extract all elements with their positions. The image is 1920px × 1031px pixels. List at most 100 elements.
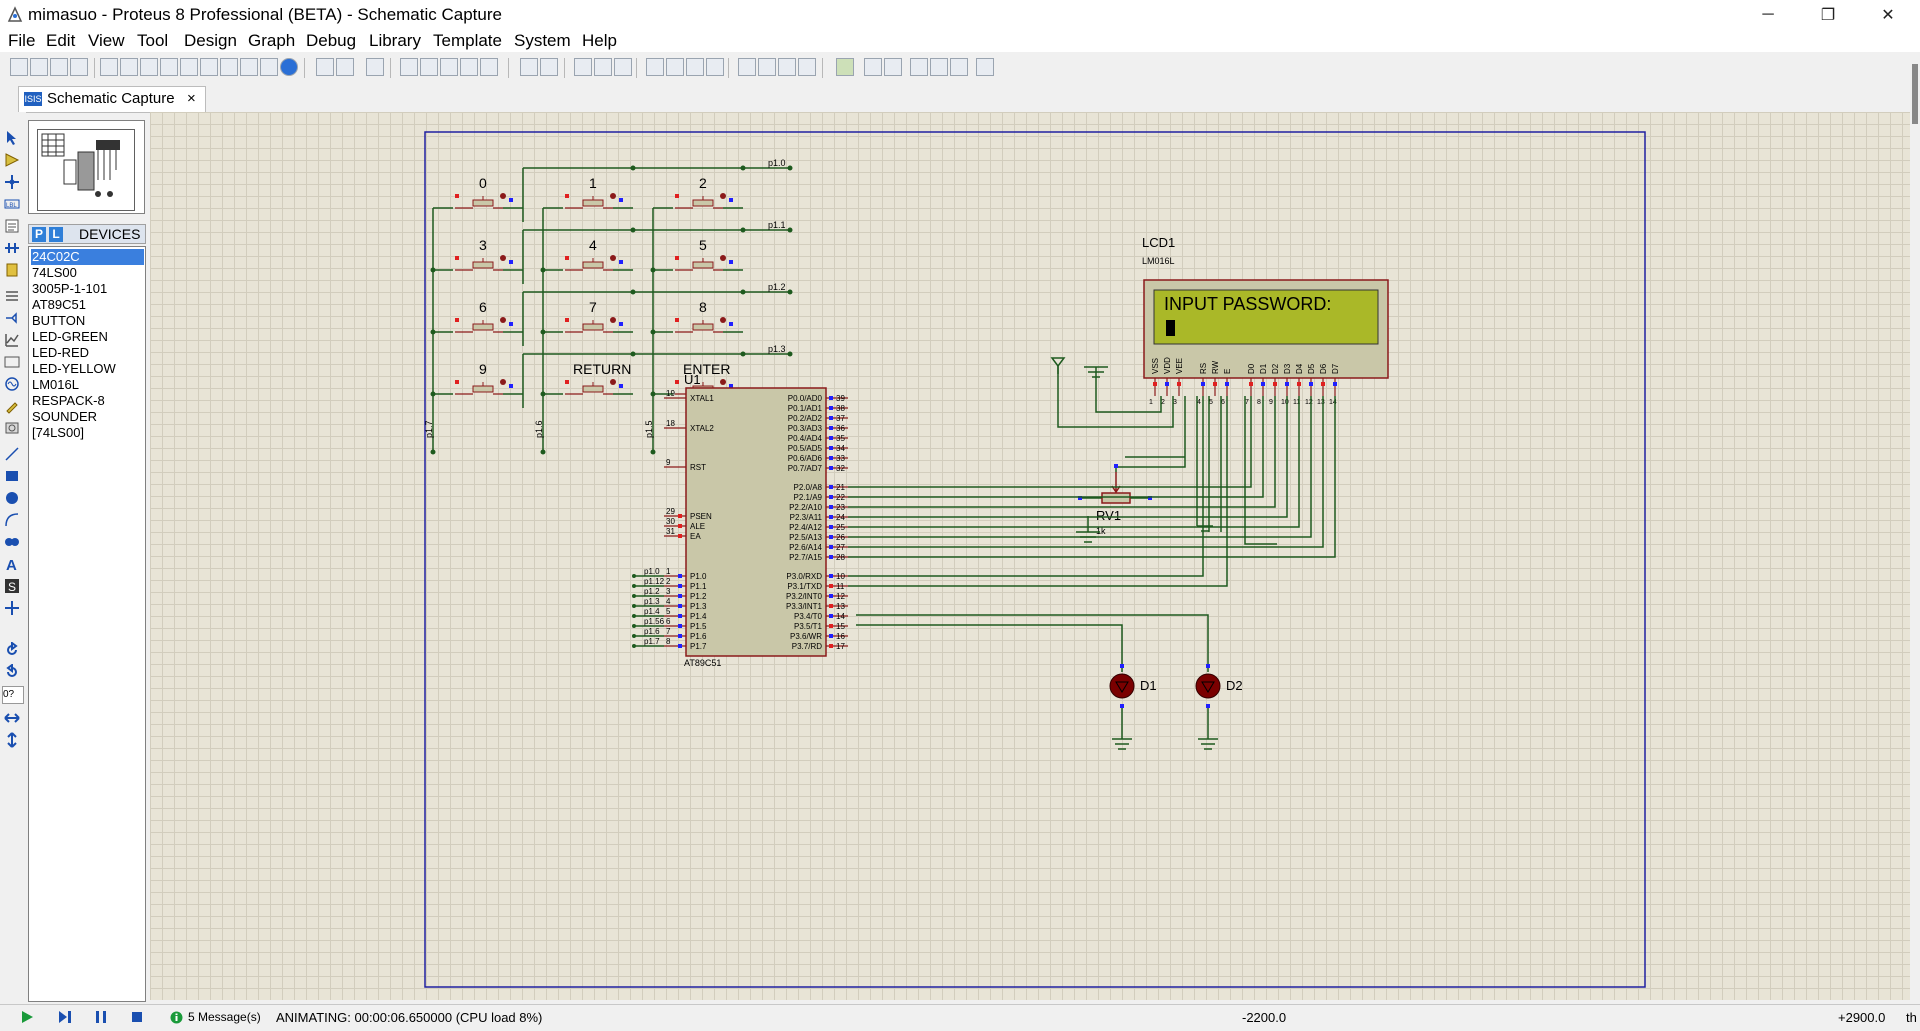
packaging-tool-icon[interactable] xyxy=(778,58,796,76)
grid-toggle-icon[interactable] xyxy=(336,58,354,76)
wire-autorouter-icon[interactable] xyxy=(836,58,854,76)
tab-close-icon[interactable]: × xyxy=(187,90,196,107)
library-manager-button[interactable]: L xyxy=(49,227,63,242)
selection-mode-icon[interactable] xyxy=(4,130,20,146)
text-script-icon[interactable] xyxy=(4,218,20,234)
schematic-icon[interactable] xyxy=(120,58,138,76)
undo-icon[interactable] xyxy=(520,58,538,76)
zoom-area-icon[interactable] xyxy=(480,58,498,76)
component-mode-icon[interactable] xyxy=(4,152,20,168)
tape-recorder-icon[interactable] xyxy=(4,354,20,370)
terminals-mode-icon[interactable] xyxy=(4,288,20,304)
graph-mode-icon[interactable] xyxy=(4,332,20,348)
pcb-icon[interactable] xyxy=(140,58,158,76)
text-tool-icon[interactable]: A xyxy=(4,556,20,572)
device-item[interactable]: SOUNDER xyxy=(31,409,144,425)
menu-design[interactable]: Design xyxy=(184,31,237,51)
lcd-display[interactable]: LCD1 LM016L INPUT PASSWORD: VSS1VDD2VEE3… xyxy=(1142,235,1389,406)
cut-icon[interactable] xyxy=(574,58,592,76)
device-item[interactable]: LED-YELLOW xyxy=(31,361,144,377)
virtual-instruments-icon[interactable] xyxy=(4,420,20,436)
step-icon[interactable] xyxy=(58,1010,72,1024)
source-code-icon[interactable] xyxy=(220,58,238,76)
block-copy-icon[interactable] xyxy=(646,58,664,76)
menu-edit[interactable]: Edit xyxy=(46,31,75,51)
path-tool-icon[interactable] xyxy=(4,534,20,550)
device-item[interactable]: 3005P-1-101 xyxy=(31,281,144,297)
rotate-clockwise-icon[interactable] xyxy=(4,642,20,658)
rotate-anticlockwise-icon[interactable] xyxy=(4,664,20,680)
device-item[interactable]: BUTTON xyxy=(31,313,144,329)
key-button[interactable]: 5 xyxy=(675,237,733,271)
exit-to-parent-icon[interactable] xyxy=(950,58,968,76)
led-d2[interactable]: D2 xyxy=(856,614,1243,750)
bus-icon[interactable] xyxy=(4,240,20,256)
menu-graph[interactable]: Graph xyxy=(248,31,295,51)
vertical-scrollbar[interactable] xyxy=(1910,60,1920,1010)
block-delete-icon[interactable] xyxy=(706,58,724,76)
schematic-editing-window[interactable]: p1.0 p1.1 p1.2 p1.3 p1.7 p1.6 p1.5 01234… xyxy=(150,112,1910,1000)
zoom-all-icon[interactable] xyxy=(460,58,478,76)
device-item[interactable]: AT89C51 xyxy=(31,297,144,313)
vertical-scrollbar-thumb[interactable] xyxy=(1912,64,1918,124)
menu-template[interactable]: Template xyxy=(433,31,502,51)
message-count[interactable]: 5 Message(s) xyxy=(188,1010,261,1024)
block-rotate-icon[interactable] xyxy=(686,58,704,76)
device-item[interactable]: RESPACK-8 xyxy=(31,393,144,409)
gerber-icon[interactable] xyxy=(160,58,178,76)
redo-icon[interactable] xyxy=(540,58,558,76)
new-sheet-icon[interactable] xyxy=(910,58,928,76)
key-button[interactable]: 3 xyxy=(455,237,513,271)
arc-tool-icon[interactable] xyxy=(4,512,20,528)
device-item[interactable]: [74LS00] xyxy=(31,425,144,441)
paste-icon[interactable] xyxy=(614,58,632,76)
menu-file[interactable]: File xyxy=(8,31,35,51)
menu-library[interactable]: Library xyxy=(369,31,421,51)
save-all-icon[interactable] xyxy=(70,58,88,76)
help-icon[interactable] xyxy=(280,58,298,76)
make-device-icon[interactable] xyxy=(758,58,776,76)
schematic-drawing[interactable]: p1.0 p1.1 p1.2 p1.3 p1.7 p1.6 p1.5 0 1 23 4… xyxy=(150,112,1910,1000)
subcircuit-icon[interactable] xyxy=(4,262,20,278)
menu-debug[interactable]: Debug xyxy=(306,31,356,51)
device-item[interactable]: LM016L xyxy=(31,377,144,393)
device-item[interactable]: 24C02C xyxy=(31,249,144,265)
junction-dot-icon[interactable] xyxy=(4,174,20,190)
search-tag-icon[interactable] xyxy=(864,58,882,76)
pick-devices-button[interactable]: P xyxy=(32,227,46,242)
bom-icon[interactable] xyxy=(200,58,218,76)
close-button[interactable]: ✕ xyxy=(1860,0,1916,30)
zoom-in-icon[interactable] xyxy=(420,58,438,76)
menu-view[interactable]: View xyxy=(88,31,125,51)
refresh-icon[interactable] xyxy=(316,58,334,76)
generator-mode-icon[interactable] xyxy=(4,376,20,392)
led-d1[interactable]: D1 xyxy=(856,624,1157,750)
play-icon[interactable] xyxy=(20,1010,34,1024)
restore-button[interactable]: ❐ xyxy=(1800,0,1856,30)
menu-system[interactable]: System xyxy=(514,31,571,51)
rotation-angle-field[interactable]: 0? xyxy=(2,686,24,704)
3d-view-icon[interactable] xyxy=(180,58,198,76)
minimize-button[interactable]: ─ xyxy=(1740,0,1796,30)
home-icon[interactable] xyxy=(100,58,118,76)
mirror-horizontal-icon[interactable] xyxy=(4,710,20,726)
pan-icon[interactable] xyxy=(400,58,418,76)
origin-icon[interactable] xyxy=(366,58,384,76)
open-file-icon[interactable] xyxy=(30,58,48,76)
proteus-app-icon[interactable] xyxy=(6,6,24,24)
key-button[interactable]: 9 xyxy=(455,361,513,395)
line-tool-icon[interactable] xyxy=(4,446,20,462)
new-file-icon[interactable] xyxy=(10,58,28,76)
pause-icon[interactable] xyxy=(94,1010,108,1024)
electrical-rule-check-icon[interactable] xyxy=(976,58,994,76)
tab-schematic-capture[interactable]: ISIS Schematic Capture × xyxy=(18,86,206,112)
script-icon[interactable] xyxy=(240,58,258,76)
menu-tool[interactable]: Tool xyxy=(137,31,168,51)
device-item[interactable]: LED-GREEN xyxy=(31,329,144,345)
decompose-icon[interactable] xyxy=(798,58,816,76)
pick-device-icon[interactable] xyxy=(738,58,756,76)
device-item[interactable]: LED-RED xyxy=(31,345,144,361)
key-button[interactable]: 6 xyxy=(455,299,513,333)
stop-icon[interactable] xyxy=(130,1010,144,1024)
copy-icon[interactable] xyxy=(594,58,612,76)
